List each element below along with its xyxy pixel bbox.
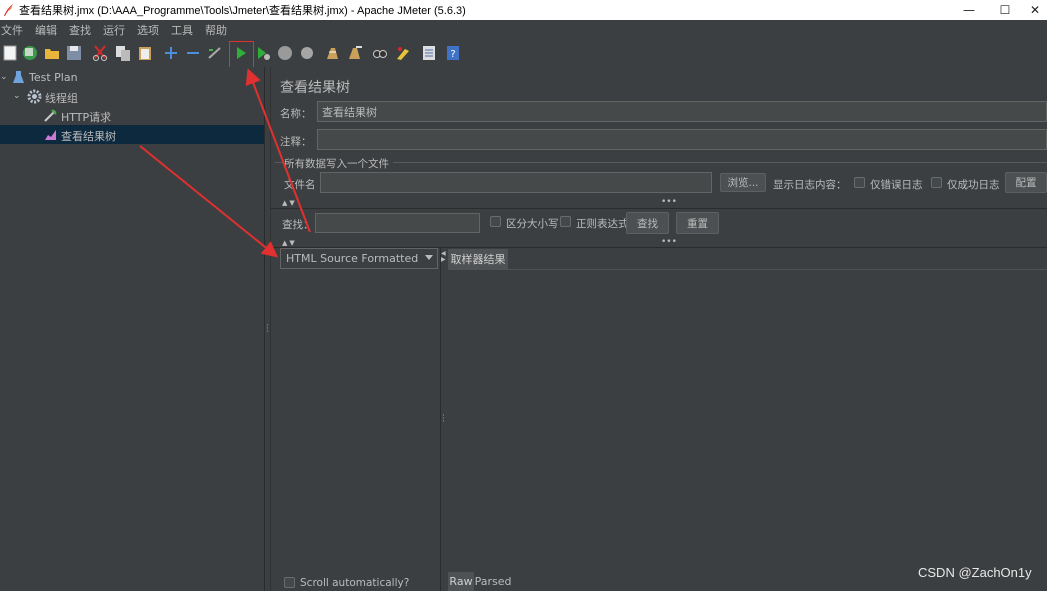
clear-all-icon[interactable] [345, 43, 365, 63]
search-icon[interactable] [370, 43, 390, 63]
menu-edit[interactable]: 编辑 [31, 22, 65, 38]
new-icon[interactable] [0, 43, 20, 63]
tree-item-label: 查看结果树 [61, 130, 116, 143]
file-section-label: 所有数据写入一个文件 [284, 158, 389, 170]
errors-only-label: 仅错误日志 [870, 179, 923, 191]
fieldset-border [275, 162, 283, 163]
regex-label: 正则表达式 [576, 218, 629, 230]
name-field[interactable]: 查看结果树 [317, 101, 1047, 122]
view-results-tree-panel: 查看结果树 名称： 查看结果树 注释： 所有数据写入一个文件 文件名 浏览...… [271, 67, 1047, 591]
help-icon[interactable]: ? [443, 43, 463, 63]
close-button[interactable]: ✕ [1023, 0, 1047, 20]
tree-item-label: 线程组 [45, 92, 78, 105]
comment-label: 注释： [280, 136, 312, 148]
test-plan-tree: ⌄ Test Plan ⌄ 线程组 HTTP请求 查看结果树 [0, 67, 264, 591]
menu-tools[interactable]: 工具 [167, 22, 201, 38]
cut-icon[interactable] [90, 43, 110, 63]
case-sensitive-checkbox[interactable] [490, 216, 501, 227]
tree-item-test-plan[interactable]: ⌄ Test Plan [0, 68, 264, 87]
window-title: 查看结果树.jmx (D:\AAA_Programme\Tools\Jmeter… [19, 5, 466, 17]
copy-icon[interactable] [113, 43, 133, 63]
title-bar: 查看结果树.jmx (D:\AAA_Programme\Tools\Jmeter… [0, 0, 1047, 20]
divider [271, 208, 1047, 209]
http-sampler-icon [44, 109, 57, 122]
thread-group-gear-icon [27, 89, 42, 104]
reset-button[interactable]: 重置 [676, 212, 719, 234]
splitter-grip-icon[interactable]: ••• [661, 197, 677, 207]
browse-button[interactable]: 浏览... [720, 173, 766, 192]
tab-raw[interactable]: Raw [448, 572, 474, 591]
name-label: 名称： [280, 108, 312, 120]
save-icon[interactable] [64, 43, 84, 63]
toolbar: ? [0, 39, 1047, 67]
success-only-checkbox[interactable] [931, 177, 942, 188]
view-results-tree-icon [45, 130, 56, 140]
comment-field[interactable] [317, 129, 1047, 150]
templates-icon[interactable] [20, 43, 40, 63]
success-only-label: 仅成功日志 [947, 179, 1000, 191]
splitter-grip-icon[interactable]: ••• [661, 237, 677, 247]
svg-text:?: ? [450, 49, 455, 60]
log-content-label: 显示日志内容： [773, 179, 847, 191]
minimize-button[interactable]: — [951, 0, 987, 20]
maximize-button[interactable]: ☐ [987, 0, 1023, 20]
tree-splitter[interactable]: · · · [264, 67, 271, 591]
scroll-auto-checkbox[interactable] [284, 577, 295, 588]
menu-options[interactable]: 选项 [133, 22, 167, 38]
menu-search[interactable]: 查找 [65, 22, 99, 38]
chevron-down-icon [425, 255, 433, 260]
chevron-down-icon[interactable]: ⌄ [0, 72, 8, 82]
tree-item-thread-group[interactable]: ⌄ 线程组 [0, 87, 264, 106]
split-arrows-icon[interactable]: ◀ ▶ [441, 251, 446, 263]
configure-button[interactable]: 配置 [1005, 172, 1047, 193]
chevron-down-icon[interactable]: ⌄ [13, 91, 21, 101]
jmeter-feather-icon [4, 4, 13, 16]
splitter-grip-icon: · · · [266, 321, 269, 337]
tree-item-label: HTTP请求 [61, 111, 112, 124]
renderer-select[interactable]: HTML Source Formatted [280, 248, 438, 269]
function-helper-icon[interactable] [419, 43, 439, 63]
open-icon[interactable] [42, 43, 62, 63]
collapse-icon[interactable] [183, 43, 203, 63]
filename-input[interactable] [320, 172, 712, 193]
fieldset-border [393, 162, 1047, 163]
tree-item-http-request[interactable]: HTTP请求 [0, 106, 264, 125]
result-splitter[interactable] [440, 248, 441, 591]
regex-checkbox[interactable] [560, 216, 571, 227]
split-arrows-icon[interactable]: ▲▼ [282, 199, 297, 207]
tab-underline [448, 269, 1047, 270]
toggle-icon[interactable] [205, 43, 225, 63]
split-arrows-icon[interactable]: ▲▼ [282, 239, 297, 247]
renderer-selected-value: HTML Source Formatted [286, 252, 419, 265]
search-input[interactable] [315, 213, 480, 233]
test-plan-icon [13, 71, 24, 83]
search-label: 查找： [282, 219, 314, 231]
errors-only-checkbox[interactable] [854, 177, 865, 188]
find-button[interactable]: 查找 [626, 212, 669, 234]
stop-icon[interactable] [275, 43, 295, 63]
menu-bar: 文件 编辑 查找 运行 选项 工具 帮助 [0, 20, 1047, 39]
page-title: 查看结果树 [280, 80, 350, 96]
case-sensitive-label: 区分大小写 [506, 218, 559, 230]
splitter-grip-icon[interactable]: · · · [442, 412, 445, 427]
watermark: CSDN @ZachOn1y [918, 565, 1032, 580]
menu-file[interactable]: 文件 [0, 22, 31, 38]
filename-label: 文件名 [284, 179, 316, 191]
scroll-auto-label: Scroll automatically? [300, 577, 410, 589]
start-no-pause-icon[interactable] [253, 43, 273, 63]
tree-item-view-results-tree[interactable]: 查看结果树 [0, 125, 264, 144]
tree-item-label: Test Plan [29, 71, 78, 84]
shutdown-icon[interactable] [297, 43, 317, 63]
expand-icon[interactable] [161, 43, 181, 63]
start-button-highlight [229, 41, 254, 70]
reset-search-icon[interactable] [393, 43, 413, 63]
clear-icon[interactable] [322, 43, 342, 63]
tab-sampler-result[interactable]: 取样器结果 [448, 249, 508, 269]
menu-run[interactable]: 运行 [99, 22, 133, 38]
menu-help[interactable]: 帮助 [201, 22, 235, 38]
paste-icon[interactable] [135, 43, 155, 63]
tab-parsed[interactable]: Parsed [475, 572, 512, 591]
